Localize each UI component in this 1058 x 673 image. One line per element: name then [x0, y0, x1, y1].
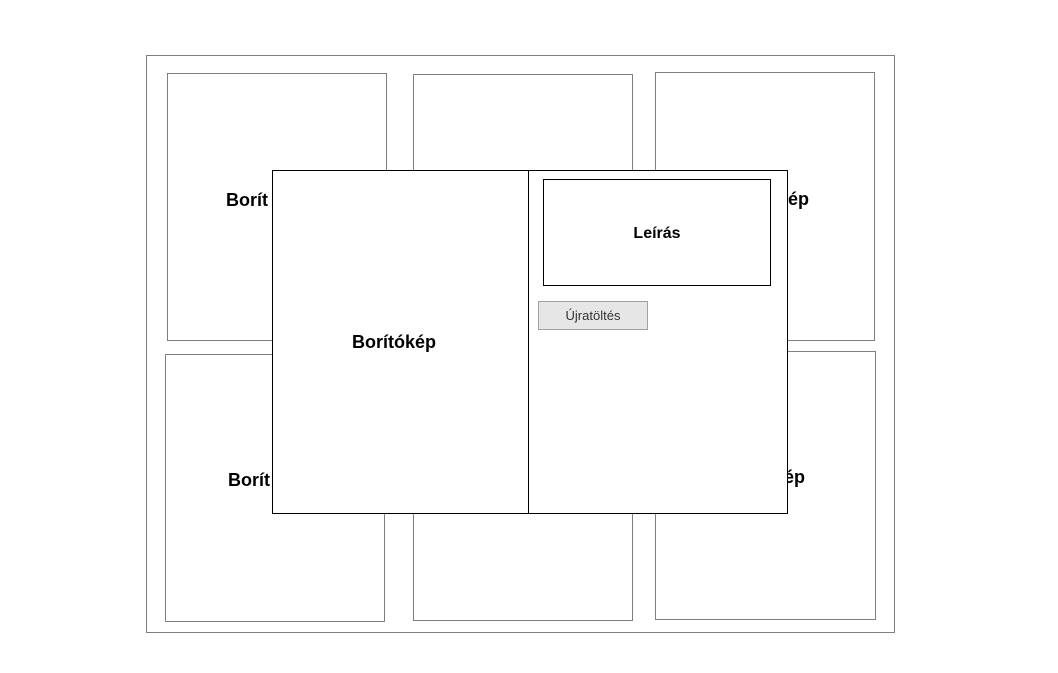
modal-cover-label: Borítókép [352, 332, 437, 352]
reload-button[interactable]: Újratöltés [538, 301, 648, 330]
description-label: Leírás [633, 225, 681, 242]
cover-card-label: Borít [228, 470, 270, 490]
modal-cover-image: Borítókép [273, 171, 529, 513]
cover-card-label: Borít [226, 190, 268, 210]
description-box: Leírás [543, 179, 771, 286]
cover-card-label: ép [788, 189, 810, 209]
detail-modal: Borítókép Leírás Újratöltés [272, 170, 788, 514]
